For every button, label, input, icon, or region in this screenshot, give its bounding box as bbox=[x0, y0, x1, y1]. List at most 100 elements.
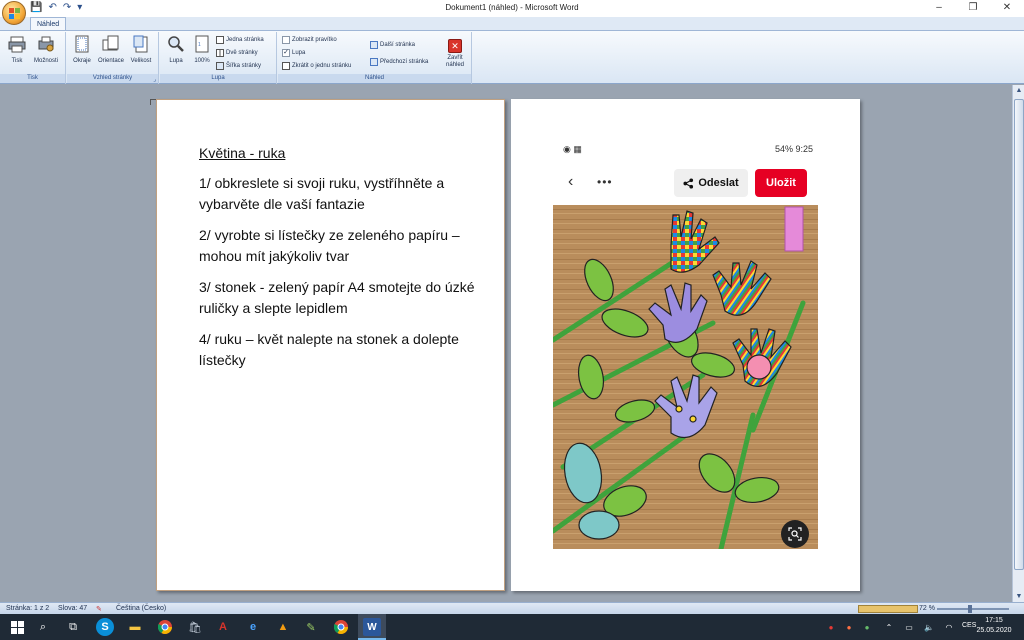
zoom-slider-handle[interactable] bbox=[968, 605, 972, 613]
orientation-button[interactable]: Orientace bbox=[97, 35, 125, 65]
ribbon: Tisk Možnosti Tisk Okraje Orientace Veli… bbox=[0, 30, 1024, 84]
close-window-button[interactable]: ✕ bbox=[990, 0, 1024, 17]
windows-start-icon[interactable] bbox=[8, 618, 26, 636]
skype-icon[interactable]: S bbox=[96, 618, 114, 636]
page-100-icon: 1 bbox=[195, 35, 209, 53]
print-label: Tisk bbox=[11, 58, 23, 64]
margins-label: Okraje bbox=[73, 58, 91, 64]
battery-time: 54% 9:25 bbox=[774, 144, 813, 154]
shrink-page-icon bbox=[282, 62, 290, 70]
zoom-level[interactable]: 72 % bbox=[919, 605, 935, 612]
magnifier-label: Lupa bbox=[292, 50, 306, 56]
show-ruler-checkbox[interactable]: Zobrazit pravítko bbox=[282, 36, 337, 44]
tray-icon-3[interactable]: ● bbox=[858, 618, 876, 636]
share-label: Odeslat bbox=[698, 177, 739, 189]
group-nahled: Zobrazit pravítko ✓ Lupa Zkrátit o jednu… bbox=[278, 32, 472, 84]
page-2[interactable]: ◉ ▦ 54% 9:25 ‹ ••• Odeslat Uložit bbox=[511, 99, 860, 591]
magnifier-icon bbox=[168, 36, 184, 52]
save-pin-button: Uložit bbox=[755, 169, 807, 197]
search-icon[interactable]: ⌕ bbox=[34, 618, 52, 636]
print-button[interactable]: Tisk bbox=[3, 35, 31, 65]
paint-icon[interactable]: ✎ bbox=[302, 618, 320, 636]
close-preview-button[interactable]: ✕ Zavřít náhled bbox=[442, 35, 468, 69]
shrink-label: Zkrátit o jednu stránku bbox=[292, 63, 352, 69]
tab-nahled[interactable]: Náhled bbox=[30, 17, 67, 31]
checkbox-checked-icon: ✓ bbox=[282, 49, 290, 57]
scroll-thumb[interactable] bbox=[1014, 99, 1024, 570]
clock-date: 25.05.2020 bbox=[976, 627, 1012, 634]
back-icon: ‹ bbox=[568, 173, 574, 190]
wifi-icon[interactable]: ◠ bbox=[940, 618, 958, 636]
chrome-second-icon[interactable] bbox=[332, 618, 350, 636]
clock[interactable]: 17:15 25.05.2020 bbox=[970, 616, 1018, 636]
more-icon: ••• bbox=[597, 175, 613, 189]
store-icon[interactable]: 🛍 bbox=[186, 618, 204, 636]
group-label-tisk: Tisk bbox=[0, 74, 65, 83]
ribbon-tab-row bbox=[0, 17, 1024, 31]
file-explorer-icon[interactable]: ▬ bbox=[126, 618, 144, 636]
options-button[interactable]: Možnosti bbox=[32, 35, 60, 65]
shrink-one-page-button[interactable]: Zkrátit o jednu stránku bbox=[282, 62, 351, 70]
chrome-icon[interactable] bbox=[156, 618, 174, 636]
language-indicator[interactable]: Čeština (Česko) bbox=[116, 605, 166, 612]
page-size-icon bbox=[133, 35, 148, 53]
tray-overflow-icon[interactable]: ⌃ bbox=[880, 618, 898, 636]
edge-icon[interactable]: e bbox=[244, 618, 262, 636]
group-label-nahled: Náhled bbox=[278, 74, 471, 83]
size-button[interactable]: Velikost bbox=[127, 35, 155, 65]
one-page-label: Jedna stránka bbox=[226, 37, 264, 43]
word-icon[interactable]: W bbox=[363, 618, 381, 636]
page-count[interactable]: Stránka: 1 z 2 bbox=[6, 605, 49, 612]
page-width-label: Šířka stránky bbox=[226, 63, 262, 69]
two-pages-icon bbox=[216, 49, 224, 57]
task-view-icon[interactable]: ⧉ bbox=[64, 618, 82, 636]
one-page-button[interactable]: Jedna stránka bbox=[216, 36, 264, 44]
tray-icon-1[interactable]: ● bbox=[822, 618, 840, 636]
one-page-icon bbox=[216, 36, 224, 44]
office-button[interactable] bbox=[2, 1, 26, 25]
two-pages-button[interactable]: Dvě stránky bbox=[216, 49, 258, 57]
group-label-lupa: Lupa bbox=[160, 74, 276, 83]
zoom-button[interactable]: Lupa bbox=[162, 35, 190, 65]
page-width-icon bbox=[216, 62, 224, 70]
minimize-button[interactable]: – bbox=[922, 0, 956, 17]
status-left-icons: ◉ ▦ bbox=[563, 144, 582, 154]
zoom-slider[interactable] bbox=[937, 608, 1009, 610]
next-page-icon bbox=[370, 41, 378, 49]
magnifier-checkbox[interactable]: ✓ Lupa bbox=[282, 49, 305, 57]
craft-photo bbox=[553, 205, 818, 549]
page-1[interactable]: Květina - ruka 1/ obkreslete si svoji ru… bbox=[156, 99, 505, 591]
view-buttons[interactable] bbox=[858, 605, 918, 613]
options-icon bbox=[38, 36, 54, 52]
margins-button[interactable]: Okraje bbox=[68, 35, 96, 65]
orientation-label: Orientace bbox=[97, 58, 124, 64]
volume-icon[interactable]: 🔈 bbox=[920, 618, 938, 636]
clock-time: 17:15 bbox=[985, 617, 1003, 624]
zoom-100-label: 100% bbox=[194, 58, 210, 64]
word-count[interactable]: Slova: 47 bbox=[58, 605, 87, 612]
step-1: 1/ obkreslete si svoji ruku, vystříhněte… bbox=[199, 175, 445, 212]
two-pages-label: Dvě stránky bbox=[226, 50, 258, 56]
vertical-scrollbar[interactable]: ▲ ▼ bbox=[1012, 85, 1024, 602]
previous-page-button[interactable]: Předchozí stránka bbox=[370, 58, 428, 66]
network-icon[interactable]: ▭ bbox=[900, 618, 918, 636]
next-page-label: Další stránka bbox=[380, 42, 416, 48]
group-vzhled: Okraje Orientace Velikost Vzhled stránky… bbox=[67, 32, 159, 84]
vlc-icon[interactable]: ▲ bbox=[274, 618, 292, 636]
checkbox-unchecked-icon bbox=[282, 36, 290, 44]
scroll-up-icon[interactable]: ▲ bbox=[1013, 85, 1024, 96]
restore-button[interactable]: ❐ bbox=[956, 0, 990, 17]
acrobat-icon[interactable]: A bbox=[214, 618, 232, 636]
step-2: 2/ vyrobte si lístečky ze zeleného papír… bbox=[199, 227, 460, 264]
zoom-100-button[interactable]: 1 100% bbox=[188, 35, 216, 65]
proofing-icon[interactable]: ✎ bbox=[96, 605, 102, 613]
printer-icon bbox=[8, 36, 26, 53]
dialog-launcher-icon[interactable]: ⌟ bbox=[153, 76, 156, 83]
page-width-button[interactable]: Šířka stránky bbox=[216, 62, 261, 70]
next-page-button[interactable]: Další stránka bbox=[370, 41, 415, 49]
share-button: Odeslat bbox=[674, 169, 748, 197]
tray-icon-2[interactable]: ● bbox=[840, 618, 858, 636]
scroll-down-icon[interactable]: ▼ bbox=[1013, 591, 1024, 602]
svg-text:1: 1 bbox=[198, 42, 201, 48]
group-label-vzhled: Vzhled stránky bbox=[67, 74, 158, 83]
